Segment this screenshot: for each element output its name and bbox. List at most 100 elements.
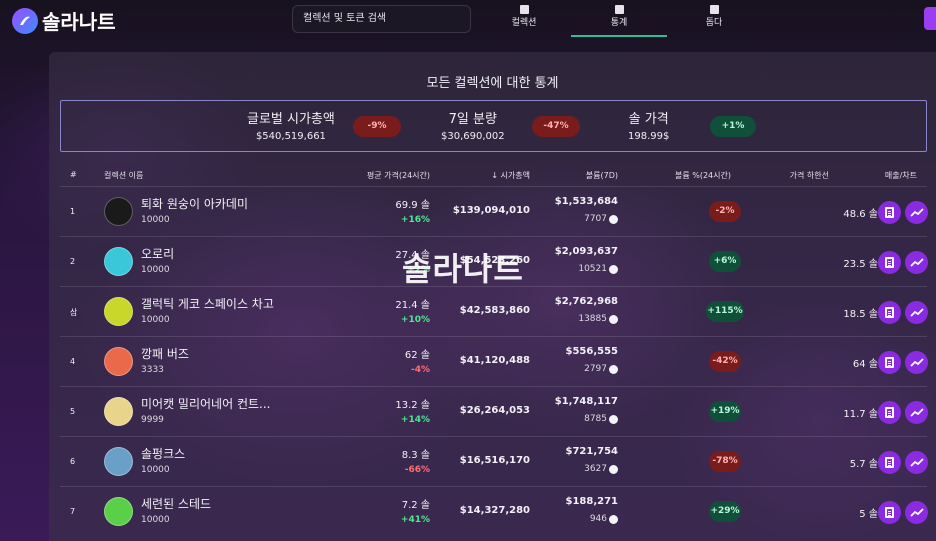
trend-line-icon (909, 207, 924, 217)
market-cap: $42,583,860 (459, 305, 530, 316)
market-cap-change-badge: -9% (353, 116, 401, 137)
chart-button[interactable] (905, 251, 928, 274)
table-row[interactable]: 1 퇴화 원숭이 아카데미 10000 69.9 솔 +16% $139,094… (60, 186, 928, 236)
search-input[interactable]: 컬렉션 및 토큰 검색 (292, 5, 471, 33)
trend-line-icon (909, 407, 924, 417)
sales-button[interactable] (878, 451, 901, 474)
clipboard-icon (885, 307, 894, 318)
sol-coin-icon (609, 314, 618, 324)
volume-sol: 7707 (584, 214, 618, 224)
nav-collections-label: 컬렉션 (511, 18, 537, 28)
collection-avatar (104, 397, 133, 426)
volume-usd: $556,555 (565, 346, 618, 357)
chart-button[interactable] (905, 451, 928, 474)
header-name[interactable]: 컬렉션 이름 (104, 170, 143, 181)
nav-stats[interactable]: 통계 (571, 5, 667, 37)
volume-usd: $188,271 (565, 496, 618, 507)
collection-name[interactable]: 솔펑크스 (141, 445, 185, 462)
volume-sol-value: 2797 (584, 364, 607, 374)
collection-avatar (104, 297, 133, 326)
sales-button[interactable] (878, 401, 901, 424)
sol-coin-icon (609, 364, 618, 374)
avg-price-change: -66% (404, 465, 430, 475)
chart-button[interactable] (905, 501, 928, 524)
volume-pct-badge: +19% (709, 401, 741, 422)
clipboard-icon (885, 357, 894, 368)
collection-name[interactable]: 오로리 (141, 245, 174, 262)
collection-name[interactable]: 깡패 버즈 (141, 345, 189, 362)
sales-button[interactable] (878, 351, 901, 374)
header-volume[interactable]: 볼륨(7D) (586, 170, 618, 181)
avg-price-change: +14% (400, 415, 430, 425)
collection-supply: 10000 (141, 315, 170, 325)
collection-avatar (104, 197, 133, 226)
nav-help[interactable]: 돕다 (666, 5, 762, 37)
sales-button[interactable] (878, 251, 901, 274)
row-rank: 4 (70, 357, 76, 366)
collection-name[interactable]: 세련된 스테드 (141, 495, 211, 512)
stats-panel: 모든 컬렉션에 대한 통계 글로벌 시가총액 $540,519,661 -9% … (49, 52, 936, 541)
floor-price: 5 솔 (859, 509, 878, 520)
header-actions: 매출/차트 (884, 171, 917, 180)
volume-pct-badge: +29% (709, 501, 741, 522)
collection-supply: 3333 (141, 365, 164, 375)
collection-name[interactable]: 퇴화 원숭이 아카데미 (141, 195, 248, 212)
floor-price: 48.6 솔 (843, 209, 878, 220)
sol-price-label: 솔 가격 (628, 112, 669, 127)
sol-price-change-badge: +1% (710, 116, 756, 137)
floor-price: 18.5 솔 (843, 309, 878, 320)
header-avg-price[interactable]: 평균 가격(24시간) (367, 170, 430, 181)
market-cap: $16,516,170 (459, 455, 530, 466)
nav-collections[interactable]: 컬렉션 (476, 5, 572, 37)
header-market-cap[interactable]: ↓ 시가총액 (491, 170, 530, 181)
app-name: 솔라나트 (42, 10, 116, 34)
sales-button[interactable] (878, 201, 901, 224)
floor-price: 5.7 솔 (849, 459, 878, 470)
chart-button[interactable] (905, 201, 928, 224)
volume-pct-badge: +6% (709, 251, 741, 272)
volume-usd: $1,748,117 (554, 396, 618, 407)
collection-name[interactable]: 미어캣 밀리어네어 컨트... (141, 395, 270, 412)
volume-sol-value: 10521 (578, 264, 607, 274)
volume-pct-badge: -2% (709, 201, 741, 222)
market-cap-label: 글로벌 시가총액 (247, 112, 335, 127)
clipboard-icon (885, 207, 894, 218)
sales-button[interactable] (878, 301, 901, 324)
trend-line-icon (909, 507, 924, 517)
table-row[interactable]: 4 깡패 버즈 3333 62 솔 -4% $41,120,488 $556,5… (60, 336, 928, 386)
chart-button[interactable] (905, 351, 928, 374)
clipboard-icon (885, 407, 894, 418)
avg-price: 13.2 솔 (395, 400, 430, 411)
volume-pct-badge: +115% (706, 301, 744, 322)
header-floor[interactable]: 가격 하한선 (790, 170, 829, 181)
trend-line-icon (909, 357, 924, 367)
table-row[interactable]: 7 세련된 스테드 10000 7.2 솔 +41% $14,327,280 $… (60, 486, 928, 536)
row-rank: 5 (70, 407, 76, 416)
collection-name[interactable]: 갤럭틱 게코 스페이스 차고 (141, 295, 274, 312)
volume-usd: $2,093,637 (554, 246, 618, 257)
top-navbar: 솔라나트 컬렉션 및 토큰 검색 컬렉션 통계 돕다 (0, 0, 936, 40)
header-volume-pct[interactable]: 볼륨 %(24시간) (675, 170, 731, 181)
chart-icon (614, 5, 624, 14)
table-row[interactable]: 5 미어캣 밀리어네어 컨트... 9999 13.2 솔 +14% $26,2… (60, 386, 928, 436)
volume-sol-value: 13885 (578, 314, 607, 324)
row-rank: 7 (70, 507, 76, 516)
volume-stat: 7일 분량 $30,690,002 (441, 108, 505, 142)
sol-price-stat: 솔 가격 198.99$ (628, 108, 669, 142)
volume-sol-value: 946 (589, 514, 607, 524)
market-cap: $139,094,010 (452, 205, 530, 216)
app-logo[interactable]: 솔라나트 (12, 6, 116, 35)
table-row[interactable]: 삼 갤럭틱 게코 스페이스 차고 10000 21.4 솔 +10% $42,5… (60, 286, 928, 336)
volume-sol: 946 (590, 514, 618, 524)
avg-price-change: +16% (400, 215, 430, 225)
table-row[interactable]: 6 솔펑크스 10000 8.3 솔 -66% $16,516,170 $721… (60, 436, 928, 486)
sales-button[interactable] (878, 501, 901, 524)
row-rank: 2 (70, 257, 76, 266)
clipboard-icon (885, 257, 894, 268)
connect-wallet-button[interactable] (924, 7, 936, 30)
volume-pct-badge: -42% (709, 351, 741, 372)
clipboard-icon (885, 457, 894, 468)
chart-button[interactable] (905, 401, 928, 424)
floor-price: 23.5 솔 (843, 259, 878, 270)
chart-button[interactable] (905, 301, 928, 324)
